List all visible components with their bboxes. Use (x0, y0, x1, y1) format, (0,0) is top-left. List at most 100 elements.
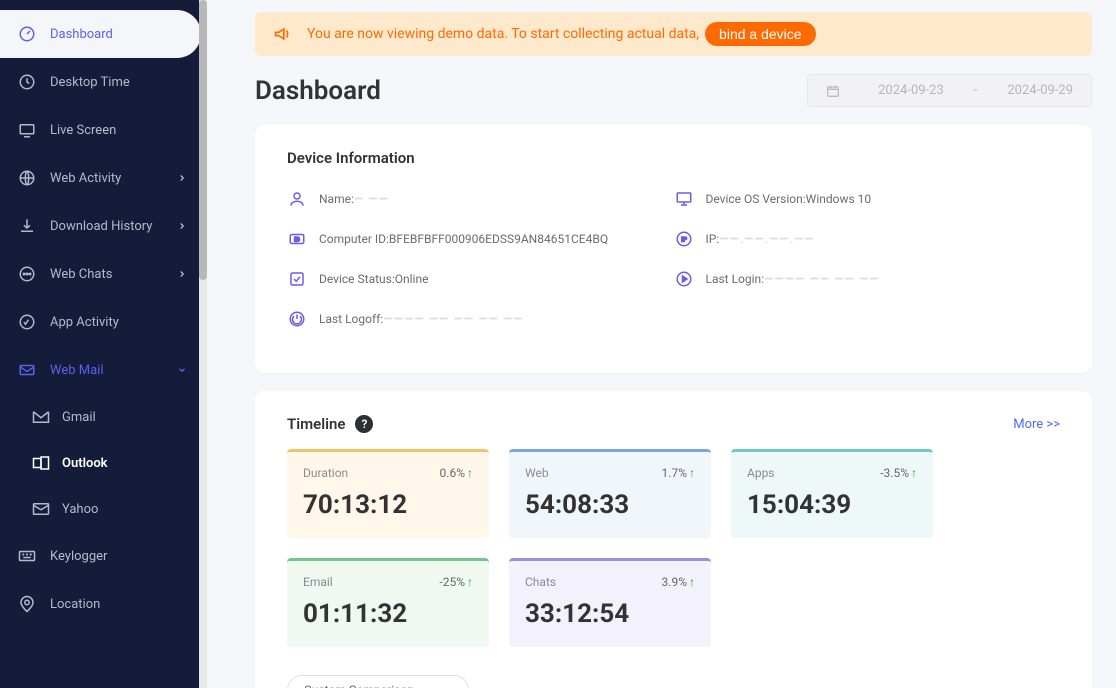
date-end: 2024-09-29 (1007, 83, 1073, 98)
sidebar-subitem-yahoo[interactable]: Yahoo (0, 486, 207, 532)
bind-device-button[interactable]: bind a device (705, 22, 816, 46)
computer-id-value: BFEBFBFF000906EDSS9AN84651CE4BQ (389, 232, 608, 246)
date-sep: - (974, 83, 978, 98)
last-logoff-label: Last Logoff: (319, 312, 383, 326)
sidebar-item-app-activity[interactable]: App Activity (0, 298, 207, 346)
custom-comparison-select[interactable]: Custom Comparison (287, 675, 469, 688)
stat-value: 01:11:32 (303, 599, 473, 629)
stat-card-chats[interactable]: Chats 3.9%↑ 33:12:54 (509, 558, 711, 647)
sidebar-item-keylogger[interactable]: Keylogger (0, 532, 207, 580)
chevron-down-icon (177, 364, 189, 376)
globe-icon (18, 169, 36, 187)
ip-row: IP IP: ——.——.——.—— (674, 229, 1061, 249)
sidebar: Dashboard Desktop Time Live Screen Web A… (0, 0, 207, 688)
sidebar-item-web-chats[interactable]: Web Chats (0, 250, 207, 298)
stat-value: 15:04:39 (747, 490, 917, 520)
sidebar-item-label: App Activity (50, 315, 119, 330)
computer-id-row: ID Computer ID: BFEBFBFF000906EDSS9AN846… (287, 229, 674, 249)
sidebar-subitem-label: Outlook (62, 456, 108, 471)
stat-value: 70:13:12 (303, 490, 473, 520)
id-icon: ID (287, 229, 307, 249)
download-icon (18, 217, 36, 235)
arrow-up-icon: ↑ (689, 466, 695, 480)
stat-change: 3.9% (662, 575, 687, 589)
stat-value: 54:08:33 (525, 490, 695, 520)
mail-icon (18, 361, 36, 379)
stat-card-apps[interactable]: Apps -3.5%↑ 15:04:39 (731, 449, 933, 538)
stat-label: Web (525, 466, 549, 480)
ip-value: ——.——.——.—— (719, 232, 814, 246)
ip-label: IP: (706, 232, 720, 246)
sidebar-item-label: Download History (50, 219, 152, 234)
stat-card-duration[interactable]: Duration 0.6%↑ 70:13:12 (287, 449, 489, 538)
date-range-picker[interactable]: 2024-09-23 - 2024-09-29 (807, 74, 1092, 107)
demo-banner: You are now viewing demo data. To start … (255, 12, 1092, 56)
sidebar-subitem-outlook[interactable]: Outlook (0, 440, 207, 486)
chevron-right-icon (177, 268, 189, 280)
sidebar-item-web-activity[interactable]: Web Activity (0, 154, 207, 202)
chevron-right-icon (177, 172, 189, 184)
last-login-label: Last Login: (706, 272, 765, 286)
computer-id-label: Computer ID: (319, 232, 389, 246)
sidebar-item-label: Location (50, 597, 100, 612)
gauge-icon (18, 25, 36, 43)
sidebar-item-label: Keylogger (50, 549, 107, 564)
header-row: Dashboard 2024-09-23 - 2024-09-29 (255, 74, 1092, 107)
sidebar-item-label: Web Activity (50, 171, 121, 186)
keyboard-icon (18, 547, 36, 565)
date-start: 2024-09-23 (878, 83, 944, 98)
megaphone-icon (273, 24, 293, 44)
arrow-up-icon: ↑ (911, 466, 917, 480)
device-name-label: Name: (319, 192, 354, 206)
svg-text:IP: IP (681, 236, 687, 243)
chevron-right-icon (177, 220, 189, 232)
sidebar-item-label: Web Mail (50, 363, 104, 378)
timeline-card: Timeline ? More >> Duration 0.6%↑ 70:13:… (255, 391, 1092, 688)
sidebar-scrollbar-thumb[interactable] (199, 0, 207, 280)
page-title: Dashboard (255, 76, 381, 106)
more-link[interactable]: More >> (1013, 417, 1060, 432)
stat-card-web[interactable]: Web 1.7%↑ 54:08:33 (509, 449, 711, 538)
last-logoff-value: ———— —— —— —— —— (383, 312, 523, 326)
last-logoff-row: Last Logoff: ———— —— —— —— —— (287, 309, 674, 329)
sidebar-item-location[interactable]: Location (0, 580, 207, 628)
stat-value: 33:12:54 (525, 599, 695, 629)
sidebar-subitem-label: Yahoo (62, 502, 98, 517)
device-name-value: — —— (354, 192, 389, 206)
stat-label: Email (303, 575, 333, 589)
device-status-label: Device Status: (319, 272, 395, 286)
sidebar-item-label: Desktop Time (50, 75, 130, 90)
os-row: Device OS Version: Windows 10 (674, 189, 1061, 209)
sidebar-item-dashboard[interactable]: Dashboard (0, 10, 201, 58)
os-label: Device OS Version: (706, 192, 806, 206)
outlook-icon (32, 454, 50, 472)
sidebar-scrollbar[interactable] (199, 0, 207, 688)
stat-change: 1.7% (662, 466, 687, 480)
app-icon (18, 313, 36, 331)
stat-card-email[interactable]: Email -25%↑ 01:11:32 (287, 558, 489, 647)
help-icon[interactable]: ? (355, 415, 373, 433)
status-icon (287, 269, 307, 289)
stat-change: 0.6% (440, 466, 465, 480)
sidebar-item-live-screen[interactable]: Live Screen (0, 106, 207, 154)
stat-label: Apps (747, 466, 775, 480)
banner-text: You are now viewing demo data. To start … (307, 26, 699, 42)
sidebar-item-download-history[interactable]: Download History (0, 202, 207, 250)
sidebar-item-label: Live Screen (50, 123, 116, 138)
stat-label: Duration (303, 466, 348, 480)
timeline-title: Timeline (287, 415, 345, 433)
monitor-icon (18, 121, 36, 139)
sidebar-subitem-gmail[interactable]: Gmail (0, 394, 207, 440)
main-content: You are now viewing demo data. To start … (207, 0, 1116, 688)
sidebar-item-web-mail[interactable]: Web Mail (0, 346, 207, 394)
last-login-value: ———— —— —— —— (764, 272, 880, 286)
sidebar-item-desktop-time[interactable]: Desktop Time (0, 58, 207, 106)
sidebar-item-label: Web Chats (50, 267, 112, 282)
location-icon (18, 595, 36, 613)
compare-label: Custom Comparison (304, 683, 414, 688)
device-info-title: Device Information (287, 149, 1060, 167)
ip-icon: IP (674, 229, 694, 249)
stat-label: Chats (525, 575, 556, 589)
arrow-up-icon: ↑ (467, 575, 473, 589)
sidebar-item-label: Dashboard (50, 27, 113, 42)
